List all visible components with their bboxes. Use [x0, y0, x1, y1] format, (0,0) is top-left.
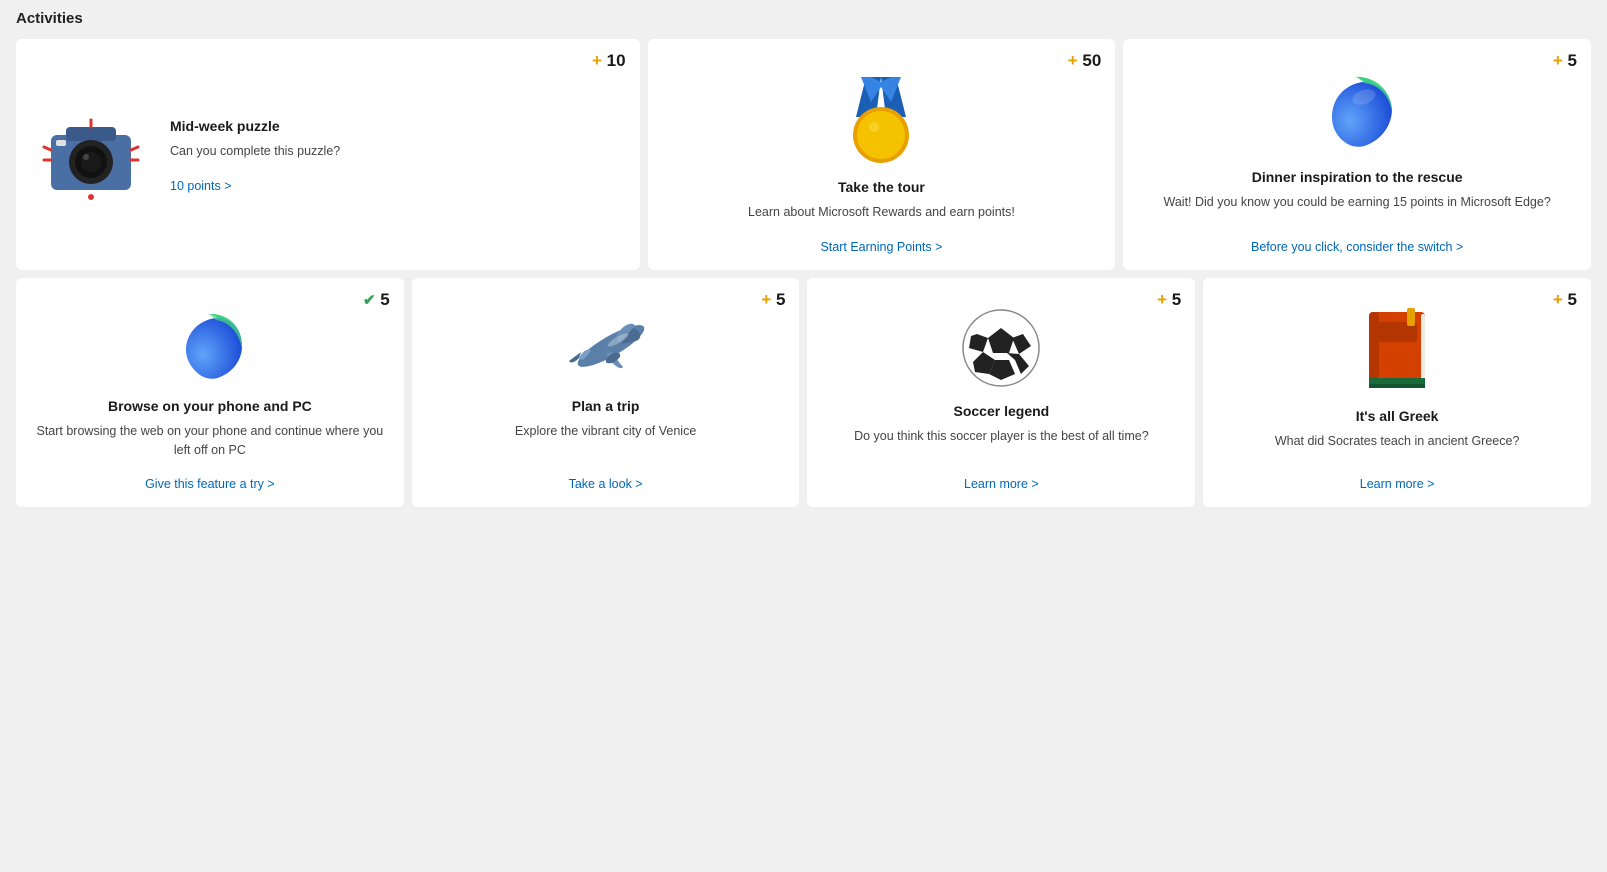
trip-title: Plan a trip [572, 398, 640, 414]
browse-icon [170, 306, 250, 386]
card-tour: + 50 Take the tour Learn about Microsoft… [648, 39, 1116, 270]
greek-title: It's all Greek [1356, 408, 1439, 424]
browse-desc: Start browsing the web on your phone and… [36, 422, 384, 460]
trip-desc: Explore the vibrant city of Venice [515, 422, 696, 460]
trip-icon [561, 306, 651, 386]
card-dinner: + 5 [1123, 39, 1591, 270]
dinner-points-badge: + 5 [1553, 51, 1577, 71]
soccer-link[interactable]: Learn more > [964, 477, 1039, 491]
dinner-title: Dinner inspiration to the rescue [1252, 169, 1463, 185]
card-soccer: + 5 Soccer legend D [807, 278, 1195, 508]
tour-desc: Learn about Microsoft Rewards and earn p… [748, 203, 1015, 222]
tour-icon [836, 67, 926, 167]
dinner-icon [1312, 67, 1402, 157]
soccer-title: Soccer legend [954, 403, 1050, 419]
puzzle-title: Mid-week puzzle [170, 118, 280, 134]
browse-link[interactable]: Give this feature a try > [145, 477, 275, 491]
puzzle-link[interactable]: 10 points > [170, 179, 232, 193]
puzzle-desc: Can you complete this puzzle? [170, 142, 340, 161]
soccer-points-badge: + 5 [1157, 290, 1181, 310]
greek-link[interactable]: Learn more > [1360, 477, 1435, 491]
greek-points-badge: + 5 [1553, 290, 1577, 310]
bottom-row: ✔ 5 [16, 278, 1591, 508]
card-greek: + 5 [1203, 278, 1591, 508]
tour-points-badge: + 50 [1068, 51, 1102, 71]
greek-icon [1357, 306, 1437, 396]
trip-points-badge: + 5 [761, 290, 785, 310]
dinner-desc: Wait! Did you know you could be earning … [1164, 193, 1551, 222]
card-puzzle: + 10 [16, 39, 640, 270]
greek-desc: What did Socrates teach in ancient Greec… [1275, 432, 1520, 460]
puzzle-icon [36, 105, 146, 205]
puzzle-points-badge: + 10 [592, 51, 626, 71]
tour-link[interactable]: Start Earning Points > [820, 240, 942, 254]
soccer-desc: Do you think this soccer player is the b… [854, 427, 1149, 460]
dinner-link[interactable]: Before you click, consider the switch > [1251, 240, 1463, 254]
trip-link[interactable]: Take a look > [569, 477, 643, 491]
page-title: Activities [16, 10, 1591, 27]
browse-points-badge: ✔ 5 [363, 290, 390, 310]
card-browse: ✔ 5 [16, 278, 404, 508]
tour-title: Take the tour [838, 179, 925, 195]
card-trip: + 5 [412, 278, 800, 508]
soccer-icon [959, 306, 1044, 391]
browse-title: Browse on your phone and PC [108, 398, 312, 414]
